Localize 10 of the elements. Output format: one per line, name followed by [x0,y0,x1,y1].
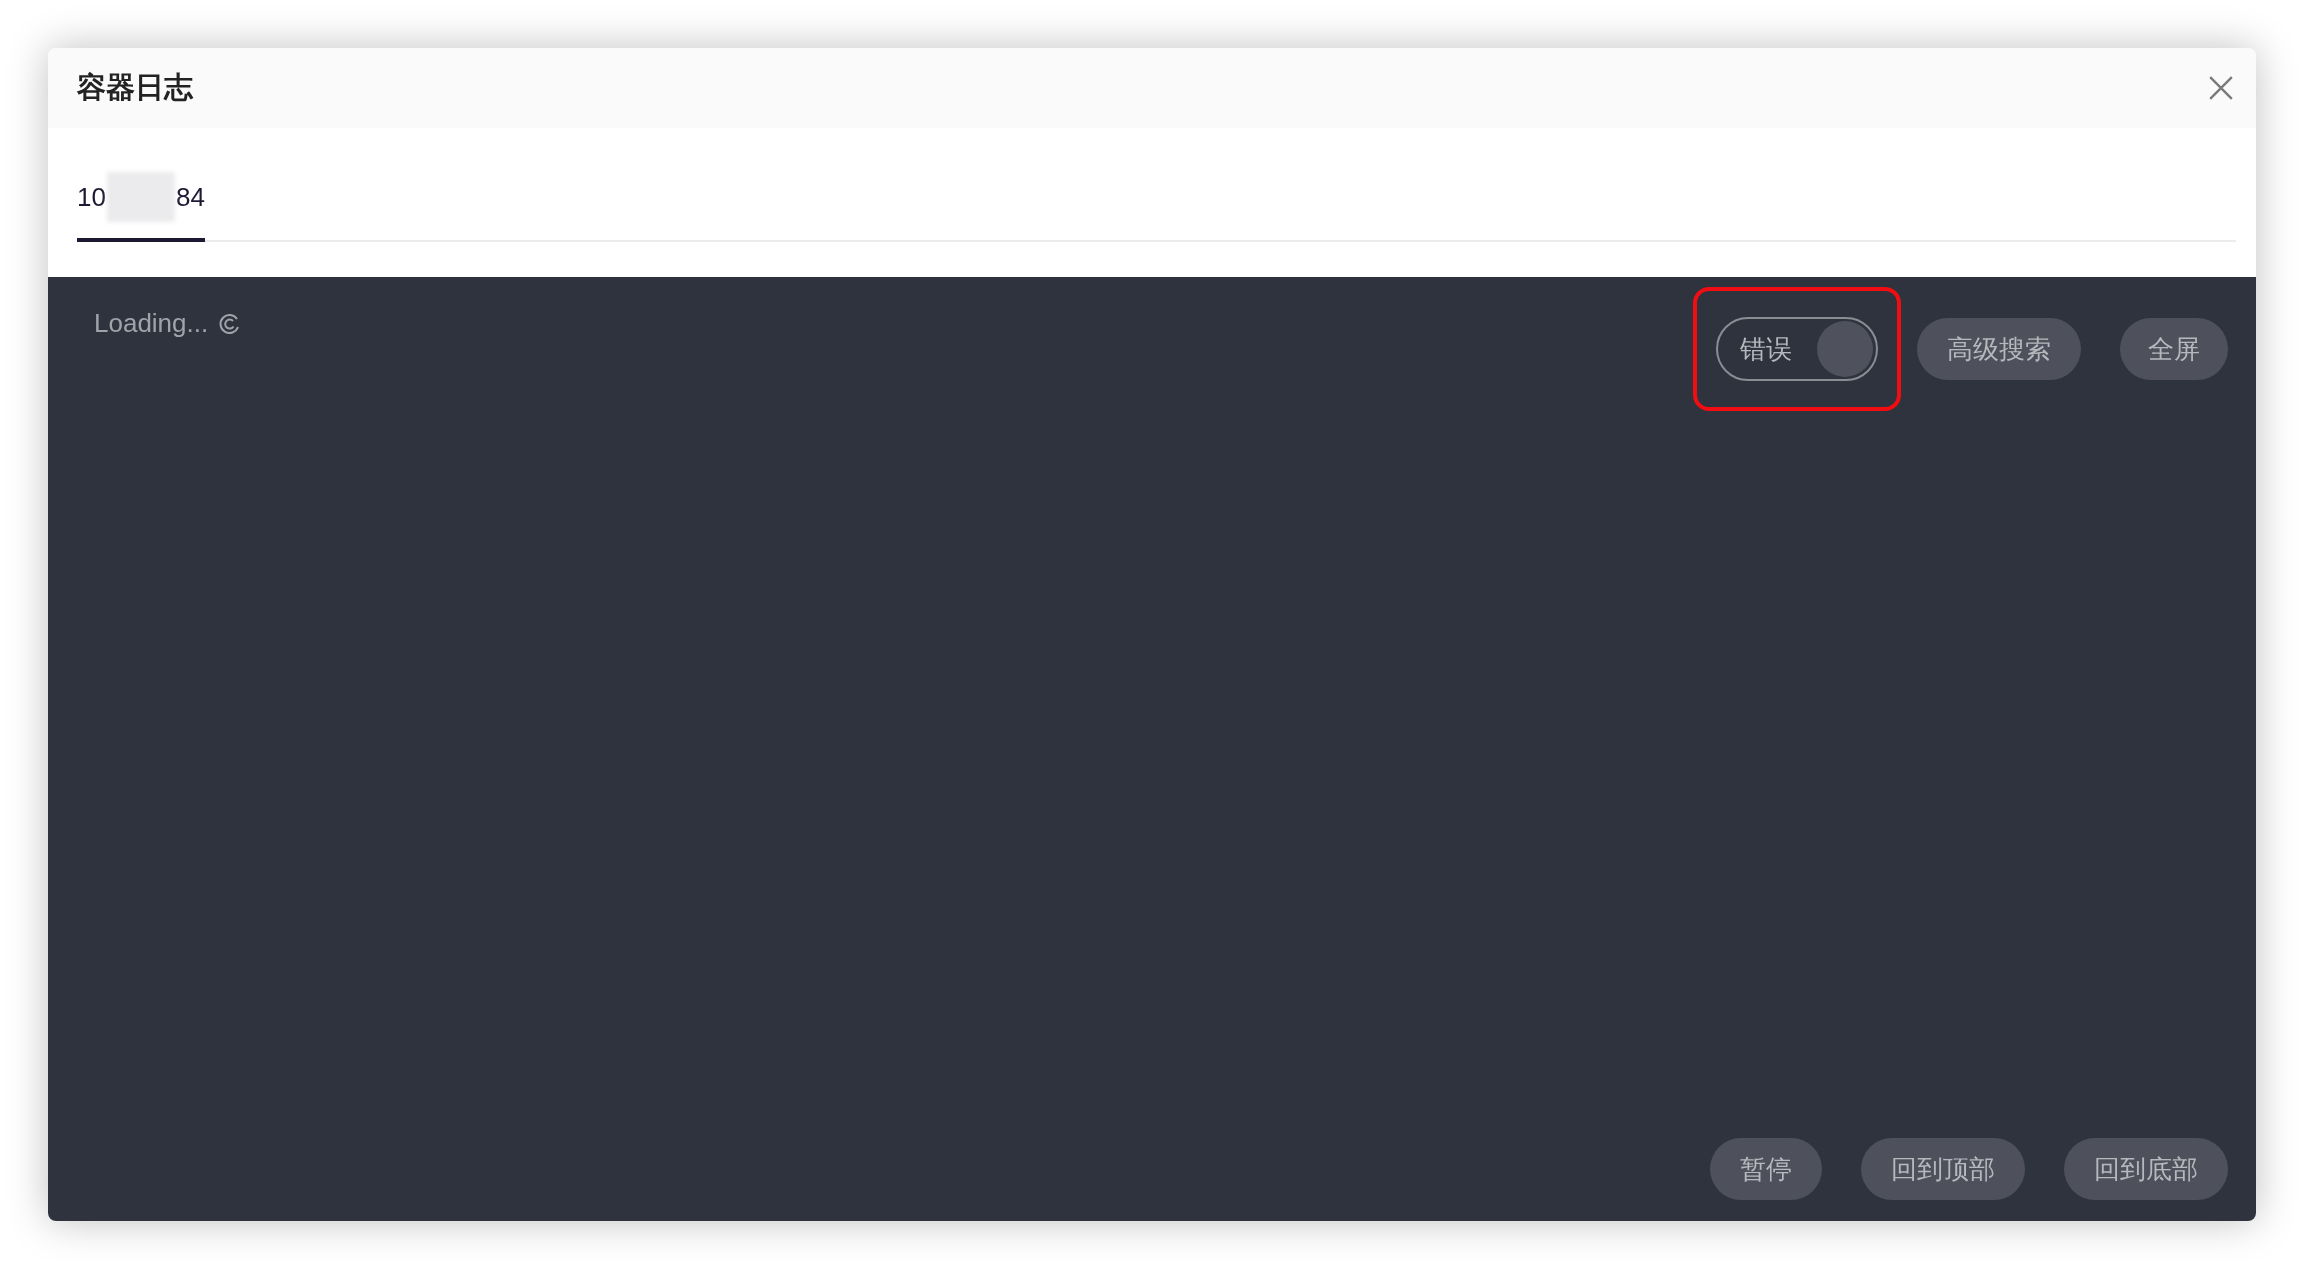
error-toggle[interactable]: 错误 [1716,317,1878,381]
panel-button[interactable]: 高级搜索 [1917,318,2081,380]
panel-button[interactable]: 回到底部 [2064,1138,2228,1200]
loading-text: Loading... [94,308,209,339]
panel-button[interactable]: 回到顶部 [1861,1138,2025,1200]
dialog-title: 容器日志 [77,70,193,105]
tab[interactable]: 10 84 [77,172,205,242]
panel-button[interactable]: 全屏 [2120,318,2228,380]
panel-button[interactable]: 暂停 [1710,1138,1822,1200]
close-icon[interactable] [2208,75,2234,101]
